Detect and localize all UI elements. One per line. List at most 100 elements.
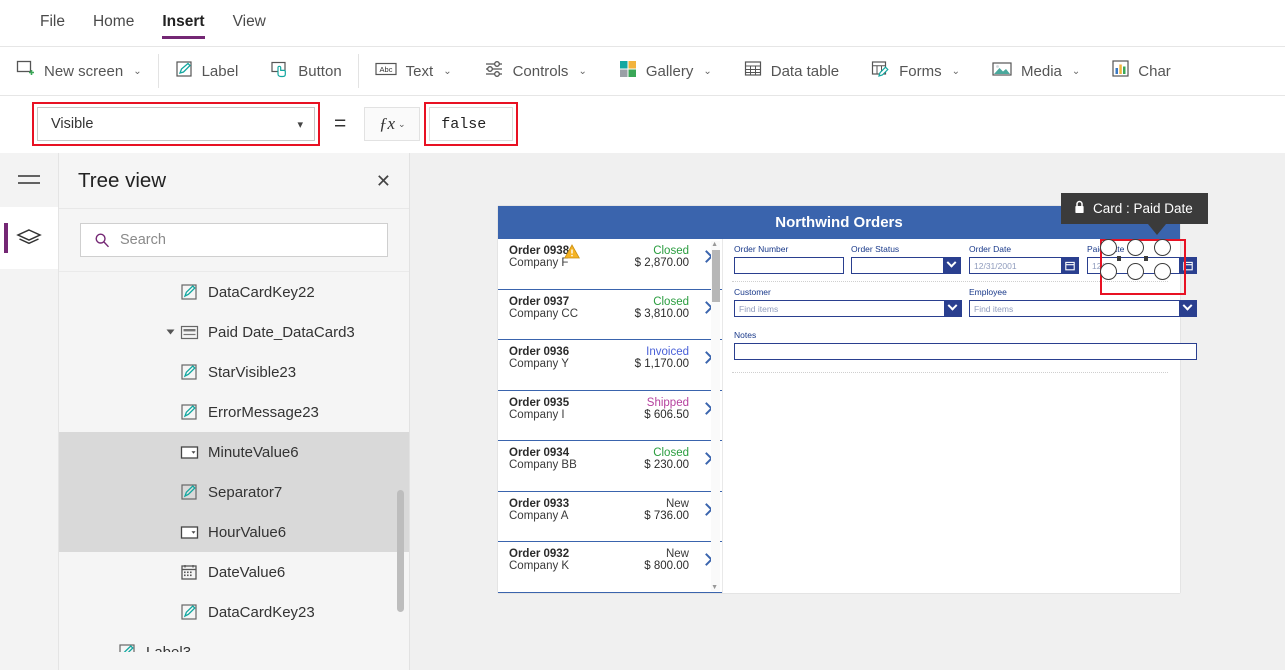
ribbon-text-button[interactable]: Abc Text ⌄: [359, 47, 468, 95]
new-screen-icon: [16, 59, 35, 83]
ribbon-label-button[interactable]: Label: [159, 47, 255, 95]
expander-toggle[interactable]: [161, 328, 179, 336]
order-number: Order 0932: [509, 548, 569, 560]
chevron-down-icon: ⌄: [443, 66, 451, 77]
order-number: Order 0935: [509, 397, 569, 409]
ribbon-charts-button[interactable]: Char: [1096, 47, 1187, 95]
tree-node-datacardkey23[interactable]: DataCardKey23: [59, 592, 409, 632]
scroll-down-icon[interactable]: ▼: [711, 584, 718, 591]
tree-node-starvisible23[interactable]: StarVisible23: [59, 352, 409, 392]
order-number: Order 0934: [509, 447, 569, 459]
tree-node-minutevalue6[interactable]: MinuteValue6: [59, 432, 409, 472]
tree-node-datacardkey22[interactable]: DataCardKey22: [59, 272, 409, 312]
gallery-row[interactable]: Order 0932 New Company K $ 800.00: [498, 542, 722, 593]
ribbon-charts-label: Char: [1138, 63, 1171, 80]
card-tooltip: Card : Paid Date: [1061, 193, 1208, 224]
label-pencil-icon: [179, 402, 199, 422]
calendar-icon[interactable]: [1061, 258, 1078, 273]
resize-handle-top-center[interactable]: [1127, 239, 1144, 256]
tree-node-paid-date-datacard3[interactable]: Paid Date_DataCard3: [59, 312, 409, 352]
tree-node-label: HourValue6: [208, 524, 286, 541]
close-icon[interactable]: ✕: [376, 172, 391, 190]
chevron-down-icon[interactable]: [944, 301, 961, 316]
customer-combobox[interactable]: Find items: [734, 300, 962, 317]
resize-handle-bottom-center[interactable]: [1127, 263, 1144, 280]
order-amount: $ 1,170.00: [635, 358, 689, 370]
fx-button[interactable]: ƒx ⌄: [364, 107, 420, 141]
gallery-scrollbar-thumb[interactable]: [712, 250, 720, 302]
label-pencil-icon: [179, 482, 199, 502]
gallery-row[interactable]: Order 0934 Closed Company BB $ 230.00: [498, 441, 722, 492]
ribbon-button-button[interactable]: Button: [254, 47, 357, 95]
chevron-down-icon[interactable]: [1179, 301, 1196, 316]
notes-input[interactable]: [734, 343, 1197, 360]
search-input[interactable]: Search: [80, 223, 388, 257]
customer-card[interactable]: Customer Find items: [734, 287, 962, 317]
tree-search-container: Search: [59, 209, 409, 272]
gallery-row[interactable]: Order 0937 Closed Company CC $ 3,810.00: [498, 290, 722, 341]
ribbon-gallery-button[interactable]: Gallery ⌄: [603, 47, 728, 95]
gallery-row[interactable]: Order 0938 Closed Company F $ 2,870.00: [498, 239, 722, 290]
menu-item-file[interactable]: File: [26, 0, 79, 46]
button-icon: [270, 60, 289, 83]
tree-view-rail-button[interactable]: [0, 207, 58, 269]
resize-handle-bottom-right[interactable]: [1154, 263, 1171, 280]
order-number: Order 0938: [509, 245, 569, 257]
tree-node-label3[interactable]: Label3: [59, 632, 409, 652]
gallery-row[interactable]: Order 0933 New Company A $ 736.00: [498, 492, 722, 543]
hamburger-menu-button[interactable]: [0, 153, 58, 207]
ribbon-media-button[interactable]: Media ⌄: [976, 47, 1096, 95]
orders-gallery[interactable]: Order 0938 Closed Company F $ 2,870.00: [498, 239, 723, 593]
company-name: Company I: [509, 409, 565, 421]
menu-item-insert[interactable]: Insert: [148, 0, 218, 46]
order-status-card[interactable]: Order Status: [851, 244, 961, 274]
order-number-input[interactable]: [734, 257, 844, 274]
chevron-down-icon: ⌄: [398, 119, 406, 130]
gallery-row[interactable]: Order 0935 Shipped Company I $ 606.50: [498, 391, 722, 442]
scroll-up-icon[interactable]: ▲: [711, 241, 718, 248]
left-icon-rail: [0, 153, 59, 670]
employee-placeholder: Find items: [970, 304, 1013, 314]
ribbon-forms-label: Forms: [899, 63, 942, 80]
text-abc-icon: Abc: [375, 61, 397, 82]
notes-card[interactable]: Notes: [734, 330, 1197, 360]
resize-handle-top-right[interactable]: [1154, 239, 1171, 256]
ribbon-data-table-button[interactable]: Data table: [728, 47, 855, 95]
ribbon-button-label: Button: [298, 63, 341, 80]
employee-combobox[interactable]: Find items: [969, 300, 1197, 317]
label-pencil-icon: [175, 60, 193, 83]
tree-node-hourvalue6[interactable]: HourValue6: [59, 512, 409, 552]
resize-handle-top-left[interactable]: [1100, 239, 1117, 256]
ribbon-new-screen-button[interactable]: New screen ⌄: [0, 47, 158, 95]
menu-item-view[interactable]: View: [219, 0, 280, 46]
order-date-card[interactable]: Order Date 12/31/2001: [969, 244, 1079, 274]
formula-input[interactable]: false: [429, 107, 513, 141]
resize-handle-bottom-left[interactable]: [1100, 263, 1117, 280]
order-date-input[interactable]: 12/31/2001: [969, 257, 1079, 274]
order-number-card[interactable]: Order Number: [734, 244, 844, 274]
order-status-dropdown[interactable]: [851, 257, 961, 274]
app-canvas: Northwind Orders Order 0938 Closed Compa…: [410, 153, 1285, 670]
menu-item-home[interactable]: Home: [79, 0, 148, 46]
chevron-down-icon: ⌄: [952, 66, 960, 77]
card-tooltip-text: Card : Paid Date: [1093, 201, 1193, 216]
app-body: Order 0938 Closed Company F $ 2,870.00: [498, 239, 1180, 593]
insert-ribbon: New screen ⌄ Label Button Abc Text ⌄: [0, 47, 1285, 95]
ribbon-controls-button[interactable]: Controls ⌄: [468, 47, 603, 95]
order-amount: $ 2,870.00: [635, 257, 689, 269]
order-amount: $ 800.00: [644, 560, 689, 572]
svg-text:Abc: Abc: [379, 65, 392, 74]
charts-bar-icon: [1112, 60, 1129, 82]
tree-node-datevalue6[interactable]: DateValue6: [59, 552, 409, 592]
order-status: New: [666, 548, 689, 560]
gallery-row[interactable]: Order 0936 Invoiced Company Y $ 1,170.00: [498, 340, 722, 391]
property-selector[interactable]: Visible ▾: [37, 107, 315, 141]
tree-node-separator7[interactable]: Separator7: [59, 472, 409, 512]
tree-view-title: Tree view: [78, 169, 166, 193]
tree-node-errormessage23[interactable]: ErrorMessage23: [59, 392, 409, 432]
ribbon-forms-button[interactable]: Forms ⌄: [855, 47, 976, 95]
dropdown-icon: [179, 442, 199, 462]
tree-scrollbar-thumb[interactable]: [397, 490, 404, 612]
chevron-down-icon[interactable]: [943, 258, 960, 273]
order-number: Order 0936: [509, 346, 569, 358]
